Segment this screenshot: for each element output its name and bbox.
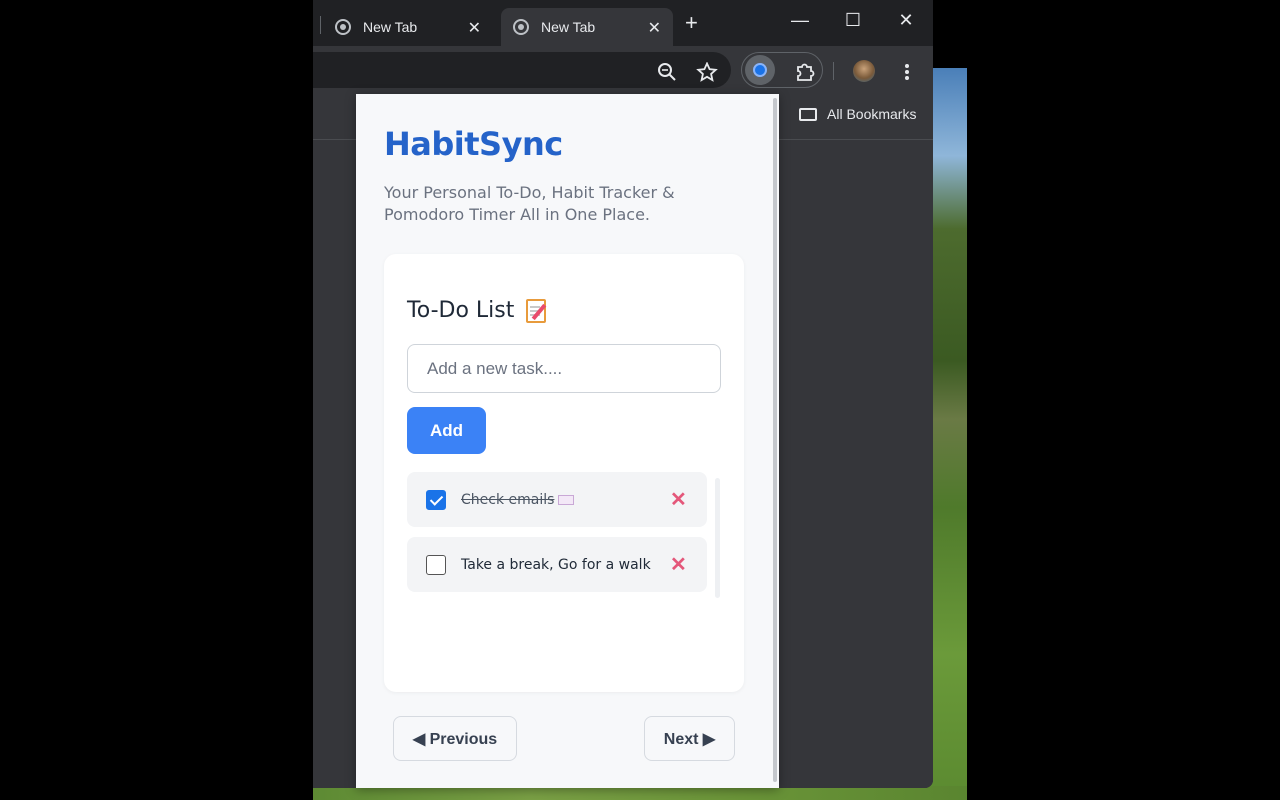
desktop-wallpaper-ground	[313, 786, 967, 800]
maximize-button[interactable]: ☐	[838, 10, 868, 31]
browser-toolbar	[313, 46, 933, 94]
app-title: HabitSync	[384, 125, 563, 163]
tab-title: New Tab	[541, 19, 596, 35]
task-list-scrollbar[interactable]	[715, 478, 720, 598]
new-task-input[interactable]	[407, 344, 721, 393]
star-icon[interactable]	[693, 62, 721, 82]
todo-title: To-Do List	[407, 298, 547, 323]
habitsync-extension-icon[interactable]	[745, 55, 775, 85]
zoom-icon[interactable]	[653, 62, 681, 82]
task-label: Check emails	[461, 492, 575, 508]
new-tab-button[interactable]: +	[685, 10, 698, 36]
tab-title: New Tab	[363, 19, 418, 35]
puzzle-icon[interactable]	[791, 61, 819, 83]
desktop-wallpaper	[930, 68, 967, 800]
chrome-icon	[335, 19, 351, 35]
minimize-button[interactable]: —	[785, 10, 815, 31]
todo-title-label: To-Do List	[407, 298, 515, 323]
screen: New Tab ✕ New Tab ✕ + — ☐ ✕ All Bookmark…	[0, 0, 1280, 800]
toolbar-divider	[833, 62, 834, 80]
popup-scrollbar[interactable]	[773, 98, 777, 782]
next-button[interactable]: Next ▶	[644, 716, 735, 761]
list-item: Take a break, Go for a walk ✕	[407, 537, 707, 592]
chrome-icon	[513, 19, 529, 35]
previous-button[interactable]: ◀ Previous	[393, 716, 517, 761]
task-checkbox[interactable]	[426, 489, 446, 510]
menu-icon[interactable]	[893, 62, 921, 82]
delete-task-icon[interactable]: ✕	[670, 487, 687, 512]
add-task-button[interactable]: Add	[407, 407, 486, 454]
all-bookmarks-button[interactable]: All Bookmarks	[799, 106, 916, 122]
memo-icon	[526, 298, 547, 323]
envelope-icon	[558, 494, 575, 505]
app-tagline: Your Personal To-Do, Habit Tracker & Pom…	[384, 183, 675, 224]
list-item: Check emails ✕	[407, 472, 707, 527]
folder-icon	[799, 107, 817, 121]
tab-close-icon[interactable]: ✕	[468, 18, 481, 38]
delete-task-icon[interactable]: ✕	[670, 552, 687, 577]
tab-separator	[320, 16, 321, 34]
avatar[interactable]	[853, 60, 875, 82]
tab-strip: New Tab ✕ New Tab ✕ + — ☐ ✕	[313, 0, 933, 46]
tab-new-tab-1[interactable]: New Tab ✕	[323, 8, 493, 46]
close-window-button[interactable]: ✕	[891, 10, 921, 31]
task-label: Take a break, Go for a walk	[461, 556, 651, 573]
task-checkbox[interactable]	[426, 554, 446, 575]
tab-new-tab-2[interactable]: New Tab ✕	[501, 8, 673, 46]
all-bookmarks-label: All Bookmarks	[827, 106, 917, 122]
task-list: Check emails ✕ Take a break, Go for a wa…	[407, 472, 721, 602]
tab-close-icon[interactable]: ✕	[648, 18, 661, 38]
